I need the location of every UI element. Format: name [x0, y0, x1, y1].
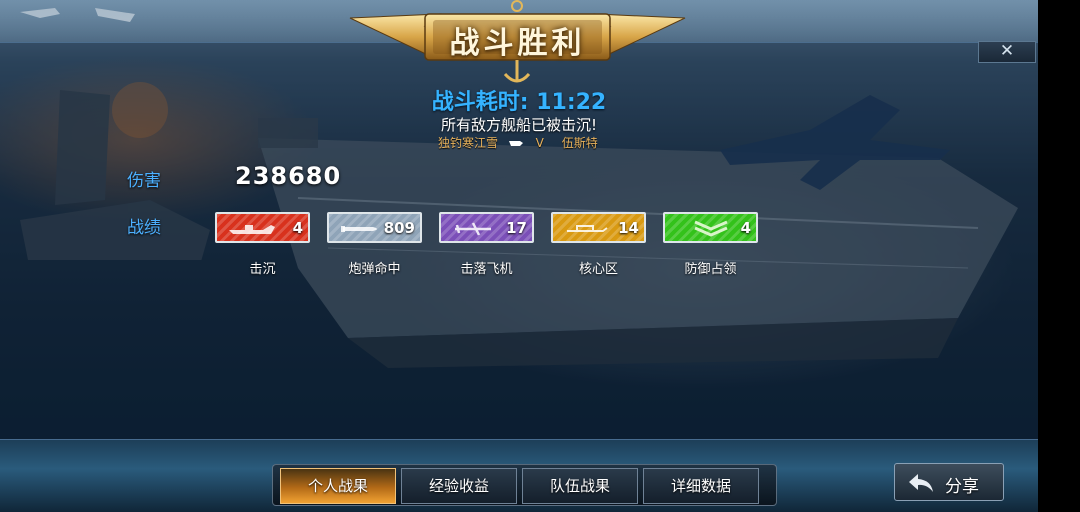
- matchup-line: 独钓寒江雪 V 伍斯特: [438, 134, 598, 151]
- stat-planes-downed-badge[interactable]: 17: [439, 212, 534, 243]
- record-label: 战绩: [127, 218, 161, 238]
- damage-label: 伤害: [127, 171, 161, 191]
- plane-icon: [455, 222, 491, 236]
- screen-edge: [1038, 0, 1080, 512]
- player-left-name: 独钓寒江雪: [438, 136, 499, 150]
- stat-value: 4: [740, 219, 751, 237]
- damage-value: 238680: [235, 162, 342, 190]
- core-icon: [567, 225, 608, 232]
- stat-label-core-zone: 核心区: [578, 262, 618, 277]
- stat-value: 17: [506, 219, 527, 237]
- stat-label-shell-hits: 炮弹命中: [348, 262, 401, 277]
- battle-result-text: 所有敌方舰船已被击沉!: [440, 116, 597, 134]
- close-button[interactable]: ✕: [978, 41, 1036, 63]
- chevron-icon: [694, 220, 728, 237]
- tab-detailed-data[interactable]: 详细数据: [643, 468, 759, 504]
- ship-class-icon: [502, 136, 532, 150]
- victory-title: 战斗胜利: [449, 26, 586, 61]
- stat-sunk-badge[interactable]: 4: [215, 212, 310, 243]
- stat-value: 14: [618, 219, 639, 237]
- vs-label: V: [535, 135, 544, 150]
- tab-experience-gain[interactable]: 经验收益: [401, 468, 517, 504]
- stat-label-sunk: 击沉: [249, 262, 276, 277]
- stat-defense-capture-badge[interactable]: 4: [663, 212, 758, 243]
- share-button[interactable]: 分享: [894, 463, 1004, 501]
- return-arrow-icon: [909, 474, 933, 492]
- stat-label-defense-capture: 防御占领: [684, 262, 737, 277]
- tab-personal-results[interactable]: 个人战果: [280, 468, 396, 504]
- victory-emblem: 战斗胜利: [345, 0, 690, 86]
- stat-value: 4: [292, 219, 303, 237]
- result-tabs: 个人战果 经验收益 队伍战果 详细数据: [272, 462, 777, 506]
- share-label: 分享: [945, 477, 979, 497]
- tab-team-results[interactable]: 队伍战果: [522, 468, 638, 504]
- stat-core-zone-badge[interactable]: 14: [551, 212, 646, 243]
- stat-shell-hits-badge[interactable]: 809: [327, 212, 422, 243]
- battle-duration: 战斗耗时: 11:22: [431, 90, 607, 115]
- player-right-name: 伍斯特: [561, 136, 598, 150]
- stat-value: 809: [383, 219, 415, 237]
- stat-label-planes-downed: 击落飞机: [460, 262, 513, 277]
- ship-icon: [229, 225, 275, 234]
